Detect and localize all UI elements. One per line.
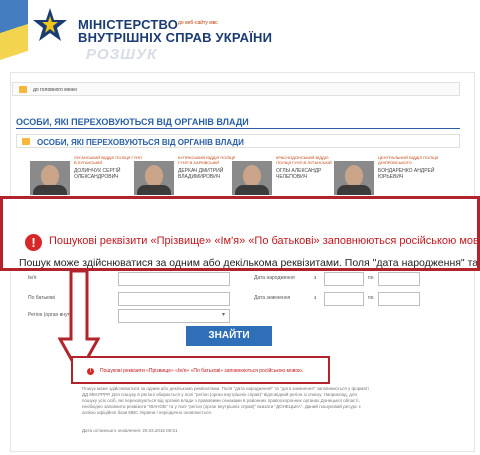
- search-help-text: Пошук може здійснюватися за одним або де…: [82, 386, 369, 415]
- inline-error-text: Пошукові реквізити «Прізвище» «Ім'я» «По…: [100, 368, 304, 374]
- inline-error-box: ! Пошукові реквізити «Прізвище» «Ім'я» «…: [71, 356, 330, 384]
- birth-from-label: з: [314, 275, 317, 281]
- missing-to-label: по: [368, 295, 374, 301]
- first-name-input[interactable]: [118, 272, 230, 286]
- zoom-callout-box: ! Пошукові реквізити «Прізвище» «Ім'я» «…: [0, 196, 480, 271]
- callout-error-text: Пошукові реквізити «Прізвище» «Ім'я» «По…: [49, 235, 480, 247]
- shirt-shape: [137, 185, 171, 195]
- person-photo[interactable]: [334, 161, 374, 195]
- face-shape: [145, 165, 163, 187]
- search-submit-button[interactable]: ЗНАЙТИ: [186, 326, 272, 346]
- missing-to-input[interactable]: [378, 292, 420, 306]
- rozshuk-logo-text: РОЗШУК: [86, 46, 158, 63]
- wanted-person-card[interactable]: КРАСНОДОНСЬКИЙ ВІДДІЛ ПОЛІЦІЇ ГУНП В ЛУГ…: [232, 155, 344, 195]
- person-department: ЦЕНТРАЛЬНИЙ ВІДДІЛ ПОЛІЦІЇ ДНІПРОВСЬКОГО: [378, 155, 439, 165]
- callout-note-text: Пошук може здійснюватися за одним або де…: [19, 257, 479, 269]
- police-star-emblem-icon: [33, 8, 67, 41]
- person-photo[interactable]: [232, 161, 272, 195]
- main-menu-link[interactable]: до головного меню: [33, 87, 77, 93]
- ukraine-flag-graphic: [0, 0, 28, 60]
- wanted-person-card[interactable]: ЦЕНТРАЛЬНИЙ ВІДДІЛ ПОЛІЦІЇ ДНІПРОВСЬКОГО…: [334, 155, 446, 195]
- face-shape: [41, 165, 59, 187]
- face-shape: [243, 165, 261, 187]
- region-select[interactable]: [118, 309, 230, 323]
- section-subtitle-bar: ОСОБИ, ЯКІ ПЕРЕХОВУЮТЬСЯ ВІД ОРГАНІВ ВЛА…: [16, 134, 460, 148]
- site-header: МІНІСТЕРСТВО ВНУТРІШНІХ СПРАВ УКРАЇНИ РО…: [0, 0, 480, 70]
- face-shape: [345, 165, 363, 187]
- ministry-title: МІНІСТЕРСТВО ВНУТРІШНІХ СПРАВ УКРАЇНИ: [78, 18, 272, 44]
- birth-from-input[interactable]: [324, 272, 364, 286]
- chevron-down-icon[interactable]: ▾: [222, 311, 225, 318]
- missing-date-label: Дата зникнення: [254, 295, 291, 301]
- section-subtitle: ОСОБИ, ЯКІ ПЕРЕХОВУЮТЬСЯ ВІД ОРГАНІВ ВЛА…: [37, 138, 244, 147]
- wanted-person-card[interactable]: КУПЯНСЬКИЙ ВІДДІЛ ПОЛІЦІЇ ГУНП В ХАРКІВС…: [134, 155, 246, 195]
- section-title: ОСОБИ, ЯКІ ПЕРЕХОВУЮТЬСЯ ВІД ОРГАНІВ ВЛА…: [16, 117, 249, 127]
- folder-icon: [19, 86, 27, 93]
- shirt-shape: [337, 185, 371, 195]
- ministry-title-line2: ВНУТРІШНІХ СПРАВ УКРАЇНИ: [78, 30, 273, 45]
- missing-from-input[interactable]: [324, 292, 364, 306]
- person-department: ЛУГАНСЬКИЙ ВІДДІЛ ПОЛІЦІЇ ГУНП В ЛУГАНСЬ…: [74, 155, 142, 165]
- last-update-date: Дата останнього оновлення: 20.03.2016 05…: [82, 428, 178, 433]
- birth-to-input[interactable]: [378, 272, 420, 286]
- patronymic-label: По батькові: [28, 295, 55, 301]
- error-icon: !: [87, 368, 94, 375]
- folder-icon: [22, 138, 30, 145]
- person-name[interactable]: БОНДАРЕНКО АНДРЕЙ ЮРЬЕВИЧ: [378, 168, 446, 180]
- person-name[interactable]: ДОЛИНЧУК СЕРГІЙ ОЛЕКСАНДРОВИЧ: [74, 168, 142, 180]
- missing-from-label: з: [314, 295, 317, 301]
- person-photo[interactable]: [30, 161, 70, 195]
- shirt-shape: [235, 185, 269, 195]
- website-link[interactable]: до веб-сайту мвс: [178, 20, 218, 26]
- section-divider: [16, 128, 460, 129]
- person-photo[interactable]: [134, 161, 174, 195]
- first-name-label: Ім'я: [28, 275, 37, 281]
- birth-date-label: Дата народження: [254, 275, 295, 281]
- birth-to-label: по: [368, 275, 374, 281]
- shirt-shape: [33, 185, 67, 195]
- wanted-person-card[interactable]: ЛУГАНСЬКИЙ ВІДДІЛ ПОЛІЦІЇ ГУНП В ЛУГАНСЬ…: [30, 155, 142, 195]
- error-icon: !: [25, 234, 42, 251]
- main-menu-bar[interactable]: до головного меню: [12, 82, 460, 96]
- patronymic-input[interactable]: [118, 292, 230, 306]
